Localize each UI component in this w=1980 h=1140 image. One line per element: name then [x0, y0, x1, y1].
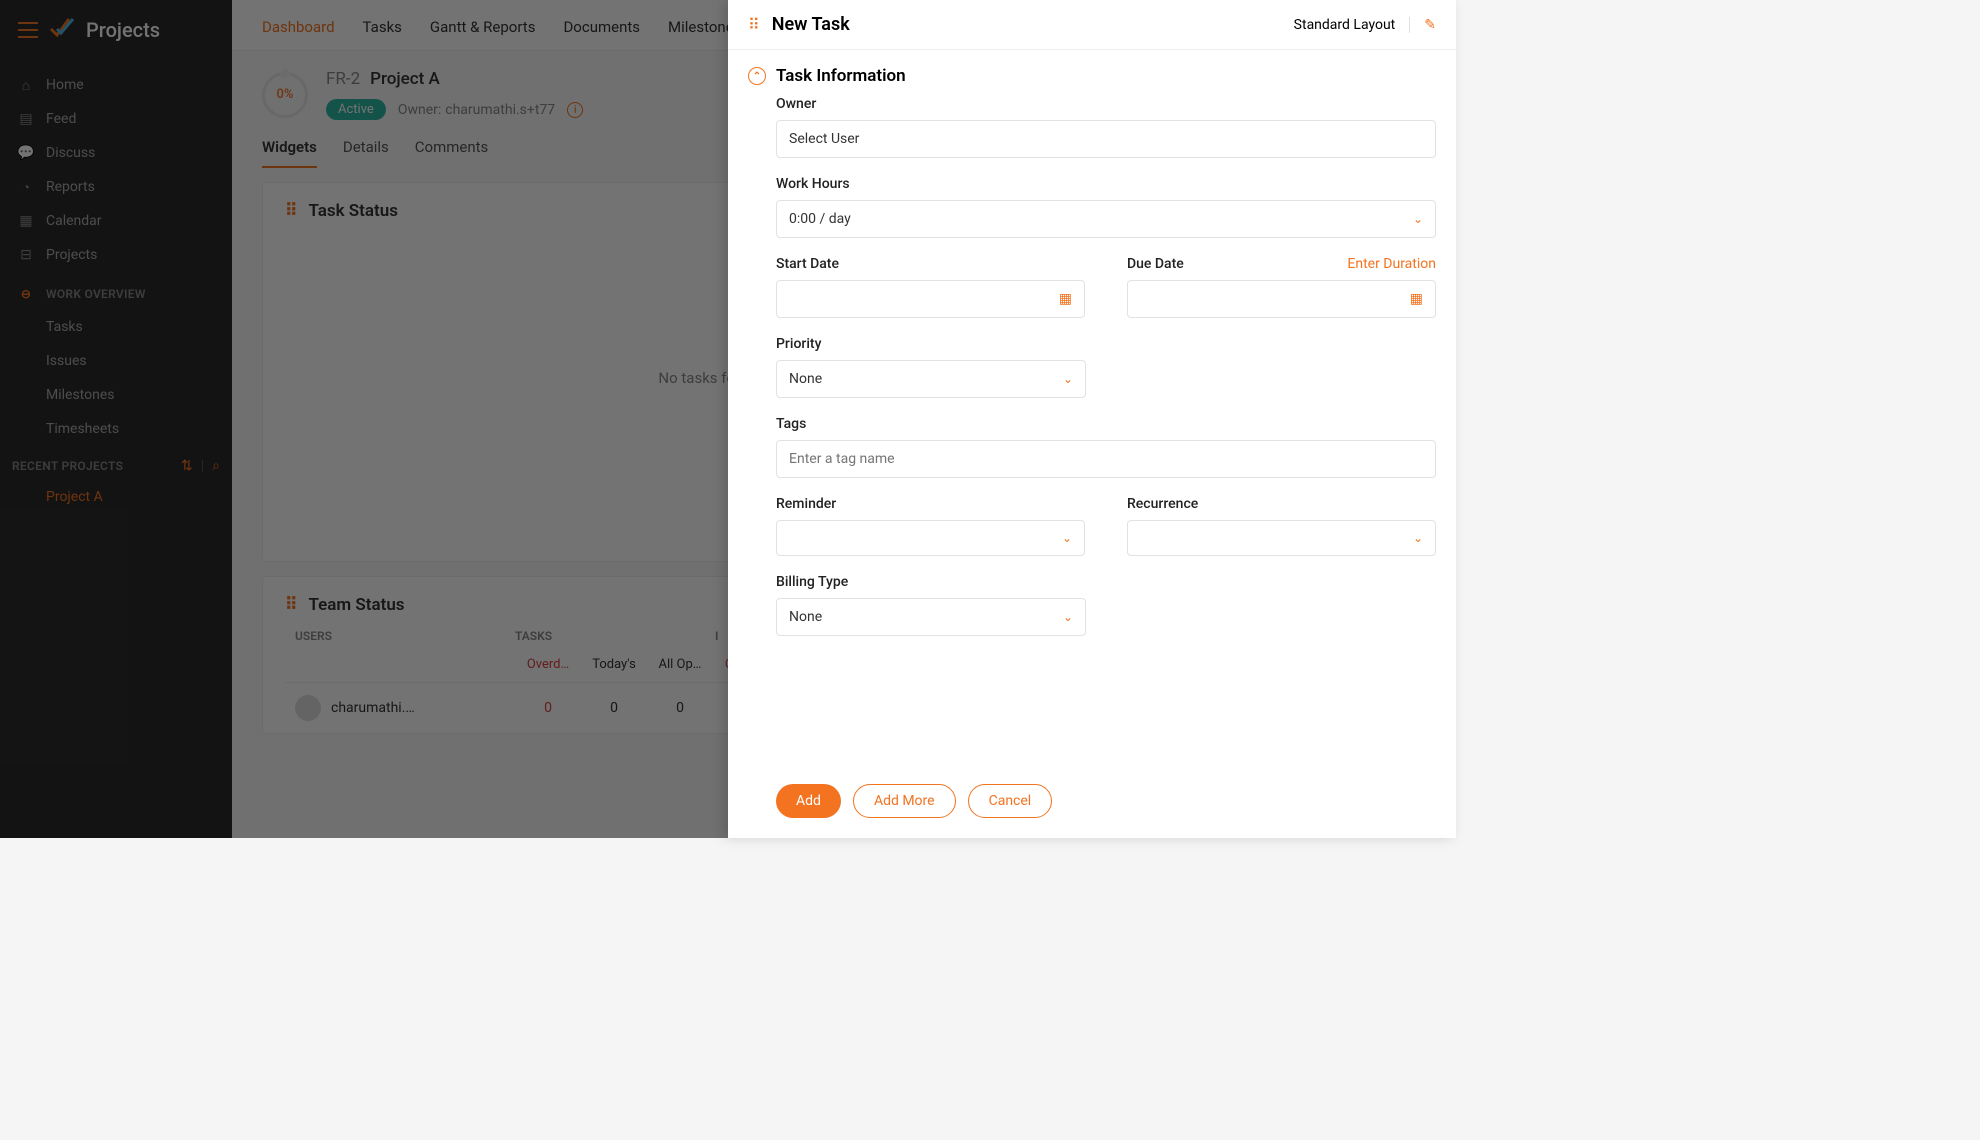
pencil-icon[interactable]: ✎ [1424, 17, 1436, 33]
owner-label: Owner [776, 96, 1436, 112]
chevron-down-icon: ⌄ [1413, 531, 1423, 545]
billing-label: Billing Type [776, 574, 1086, 590]
reminder-label: Reminder [776, 496, 1085, 512]
billing-select[interactable]: None⌄ [776, 598, 1086, 636]
calendar-icon: ▦ [1410, 291, 1423, 307]
panel-header: ⠿ New Task Standard Layout ✎ [728, 0, 1456, 50]
chevron-down-icon: ⌄ [1063, 372, 1073, 386]
chevron-up-icon: ⌃ [748, 67, 766, 85]
new-task-panel: ⠿ New Task Standard Layout ✎ ⌃ Task Info… [728, 0, 1456, 838]
calendar-icon: ▦ [1059, 291, 1072, 307]
work-hours-select[interactable]: 0:00 / day⌄ [776, 200, 1436, 238]
due-date-input[interactable]: ▦ [1127, 280, 1436, 318]
tags-input[interactable] [776, 440, 1436, 478]
chevron-down-icon: ⌄ [1063, 610, 1073, 624]
section-task-info[interactable]: ⌃ Task Information [748, 50, 1436, 96]
add-button[interactable]: Add [776, 784, 841, 818]
priority-label: Priority [776, 336, 1086, 352]
panel-body: ⌃ Task Information Owner Select User Wor… [728, 50, 1456, 770]
start-date-label: Start Date [776, 256, 1085, 272]
field-tags: Tags [776, 416, 1436, 478]
add-more-button[interactable]: Add More [853, 784, 956, 818]
due-date-label: Due Date [1127, 256, 1184, 272]
recurrence-select[interactable]: ⌄ [1127, 520, 1436, 556]
chevron-down-icon: ⌄ [1062, 531, 1072, 545]
panel-title: New Task [772, 14, 850, 35]
cancel-button[interactable]: Cancel [968, 784, 1053, 818]
field-recurrence: Recurrence ⌄ [1127, 496, 1436, 556]
panel-footer: Add Add More Cancel [728, 770, 1456, 838]
field-start-date: Start Date ▦ [776, 256, 1085, 318]
field-owner: Owner Select User [776, 96, 1436, 158]
field-work-hours: Work Hours 0:00 / day⌄ [776, 176, 1436, 238]
work-hours-label: Work Hours [776, 176, 1436, 192]
separator [1409, 17, 1410, 33]
reminder-select[interactable]: ⌄ [776, 520, 1085, 556]
tags-label: Tags [776, 416, 1436, 432]
section-title: Task Information [776, 66, 906, 86]
field-due-date: Due Date Enter Duration ▦ [1127, 256, 1436, 318]
start-date-input[interactable]: ▦ [776, 280, 1085, 318]
grid-icon[interactable]: ⠿ [748, 15, 760, 34]
layout-label[interactable]: Standard Layout [1294, 17, 1396, 33]
field-billing: Billing Type None⌄ [776, 574, 1086, 636]
enter-duration-link[interactable]: Enter Duration [1347, 256, 1436, 272]
field-reminder: Reminder ⌄ [776, 496, 1085, 556]
recurrence-label: Recurrence [1127, 496, 1436, 512]
priority-select[interactable]: None⌄ [776, 360, 1086, 398]
chevron-down-icon: ⌄ [1413, 212, 1423, 226]
owner-select[interactable]: Select User [776, 120, 1436, 158]
field-priority: Priority None⌄ [776, 336, 1086, 398]
